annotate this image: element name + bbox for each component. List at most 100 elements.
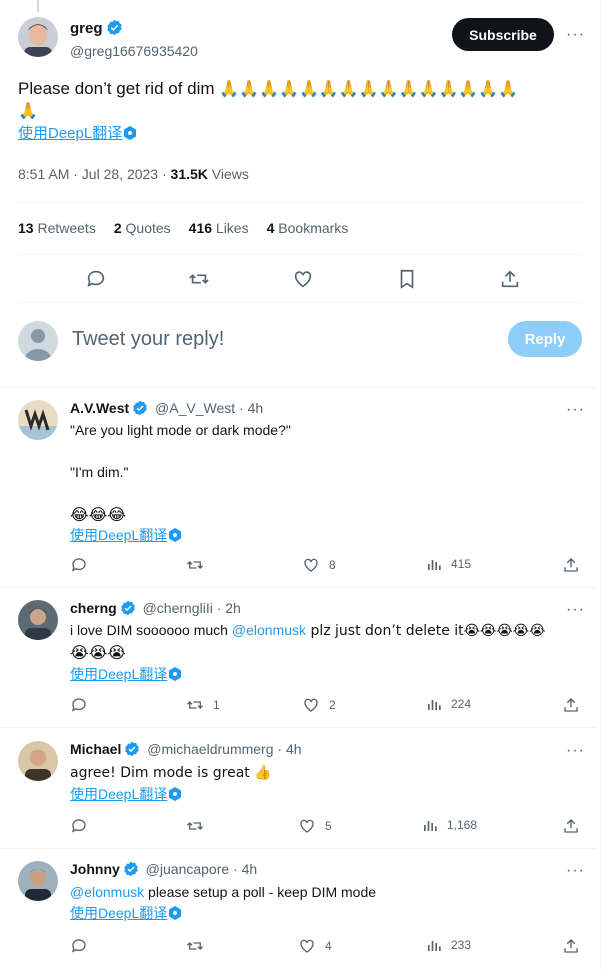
reply-actions: 8 415 — [70, 556, 585, 576]
reply-author-name[interactable]: A.V.West — [70, 400, 129, 416]
retweet-count: 1 — [213, 698, 220, 712]
reply-icon[interactable] — [70, 817, 88, 835]
views-icon[interactable]: 233 — [426, 937, 471, 953]
reply-composer: Tweet your reply! Reply — [18, 319, 582, 363]
divider — [0, 587, 596, 588]
deepl-icon — [169, 905, 182, 926]
translate-link[interactable]: 使用DeepL翻译 — [70, 527, 182, 543]
divider — [0, 387, 596, 388]
avatar — [18, 321, 58, 361]
quotes-stat[interactable]: 2 Quotes — [114, 220, 171, 236]
reply-text: agree! Dim mode is great 👍 使用DeepL翻译 — [70, 762, 585, 807]
deepl-icon — [169, 527, 182, 548]
more-options-icon[interactable]: ··· — [566, 602, 585, 618]
reply-icon[interactable] — [70, 937, 88, 955]
author-name[interactable]: greg — [70, 20, 103, 37]
more-options-icon[interactable]: ··· — [566, 863, 585, 879]
share-icon[interactable] — [499, 268, 521, 290]
avatar[interactable] — [18, 400, 58, 440]
like-icon[interactable]: 8 — [302, 556, 336, 574]
reply-header: A.V.West @A_V_West · 4h — [70, 400, 263, 419]
share-icon[interactable] — [562, 937, 580, 955]
reply-author-name[interactable]: cherng — [70, 600, 117, 616]
divider — [0, 727, 596, 728]
deepl-icon — [169, 666, 182, 687]
reply-author-handle[interactable]: @A_V_West — [155, 400, 235, 416]
reply-tweet[interactable]: cherng @cherngliIi · 2h ··· i love DIM s… — [0, 600, 596, 726]
reply-text: @elonmusk please setup a poll - keep DIM… — [70, 882, 585, 926]
reply-tweet[interactable]: Michael @michaeldrummerg · 4h ··· agree!… — [0, 741, 596, 847]
bookmark-icon[interactable] — [396, 268, 418, 290]
reply-actions: 4 233 — [70, 937, 585, 957]
avatar[interactable] — [18, 17, 58, 57]
reply-icon[interactable] — [70, 696, 88, 714]
reply-button[interactable]: Reply — [508, 321, 582, 357]
like-count: 2 — [329, 698, 336, 712]
reply-author-name[interactable]: Johnny — [70, 861, 120, 877]
retweet-icon[interactable] — [186, 556, 213, 574]
subscribe-button[interactable]: Subscribe — [452, 18, 554, 51]
tweet-emojis: 🙏🙏🙏🙏🙏🙏🙏🙏🙏🙏🙏🙏🙏🙏🙏 — [219, 79, 519, 98]
views-icon[interactable]: 415 — [426, 556, 471, 572]
tweet-body: Please don’t get rid of dim — [18, 79, 215, 98]
translate-label[interactable]: 使用DeepL翻译 — [18, 125, 122, 142]
deepl-icon — [169, 786, 182, 807]
share-icon[interactable] — [562, 696, 580, 714]
mention-link[interactable]: @elonmusk — [232, 622, 306, 638]
like-icon[interactable]: 5 — [298, 817, 332, 835]
retweets-stat[interactable]: 13 Retweets — [18, 220, 96, 236]
reply-time[interactable]: · 4h — [239, 400, 263, 416]
avatar[interactable] — [18, 861, 58, 901]
reply-icon[interactable] — [70, 556, 88, 574]
like-icon[interactable]: 2 — [302, 696, 336, 714]
retweet-icon[interactable] — [186, 817, 213, 835]
mention-link[interactable]: @elonmusk — [70, 884, 144, 900]
views-icon[interactable]: 224 — [426, 696, 471, 712]
reply-icon[interactable] — [85, 268, 107, 290]
reply-author-handle[interactable]: @juancapore — [146, 861, 230, 877]
reply-author-handle[interactable]: @michaeldrummerg — [147, 741, 273, 757]
views-icon[interactable]: 1,168 — [422, 817, 477, 833]
divider — [18, 254, 582, 255]
avatar[interactable] — [18, 741, 58, 781]
tweet-stats: 13 Retweets 2 Quotes 416 Likes 4 Bookmar… — [18, 220, 348, 236]
more-options-icon[interactable]: ··· — [566, 743, 585, 759]
retweet-icon[interactable] — [186, 937, 213, 955]
retweet-icon[interactable]: 1 — [186, 696, 220, 714]
bookmarks-stat[interactable]: 4 Bookmarks — [267, 220, 349, 236]
more-options-icon[interactable]: ··· — [566, 27, 585, 43]
reply-author-name[interactable]: Michael — [70, 741, 121, 757]
reply-actions: 5 1,168 — [70, 817, 585, 837]
reply-tweet[interactable]: A.V.West @A_V_West · 4h ··· "Are you lig… — [0, 400, 596, 586]
verified-badge-icon — [106, 19, 123, 41]
share-icon[interactable] — [562, 556, 580, 574]
verified-badge-icon — [132, 400, 148, 419]
translate-link[interactable]: 使用DeepL翻译 — [70, 666, 182, 682]
retweet-icon[interactable] — [188, 268, 210, 290]
more-options-icon[interactable]: ··· — [566, 402, 585, 418]
reply-author-handle[interactable]: @cherngliIi — [143, 600, 213, 616]
tweet-timestamp: 8:51 AM · Jul 28, 2023 · 31.5K Views — [18, 166, 249, 182]
reply-tweet[interactable]: Johnny @juancapore · 4h ··· @elonmusk pl… — [0, 861, 596, 967]
reply-time[interactable]: · 4h — [233, 861, 257, 877]
like-count: 4 — [325, 939, 332, 953]
tweet-time[interactable]: 8:51 AM · Jul 28, 2023 · — [18, 166, 171, 182]
reply-text: i love DIM soooooo much @elonmusk plz ju… — [70, 620, 585, 687]
reply-actions: 1 2 224 — [70, 696, 585, 716]
author-handle[interactable]: @greg16676935420 — [70, 43, 198, 59]
likes-stat[interactable]: 416 Likes — [189, 220, 249, 236]
translate-link[interactable]: 使用DeepL翻译 — [70, 786, 182, 802]
views-count: 415 — [451, 557, 472, 571]
share-icon[interactable] — [562, 817, 580, 835]
avatar[interactable] — [18, 600, 58, 640]
reply-time[interactable]: · 2h — [217, 600, 241, 616]
like-icon[interactable]: 4 — [298, 937, 332, 955]
divider — [0, 848, 596, 849]
translate-link[interactable]: 使用DeepL翻译 — [18, 125, 137, 142]
reply-input[interactable]: Tweet your reply! — [72, 328, 224, 351]
translate-link[interactable]: 使用DeepL翻译 — [70, 905, 182, 921]
like-icon[interactable] — [292, 268, 314, 290]
reply-header: Johnny @juancapore · 4h — [70, 861, 257, 880]
reply-time[interactable]: · 4h — [277, 741, 301, 757]
views-label: Views — [207, 166, 249, 182]
